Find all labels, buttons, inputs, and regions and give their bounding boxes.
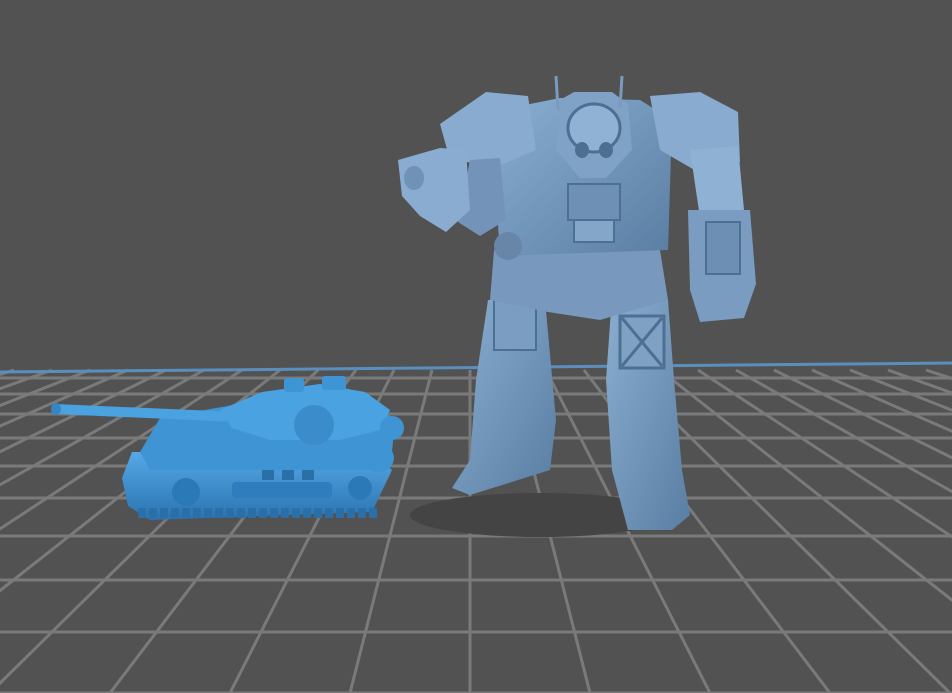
tank-turret-dome (294, 405, 334, 445)
tank-hatch (302, 470, 314, 480)
tank-track-link (259, 508, 267, 518)
tank-track-link (347, 508, 355, 518)
mech-visor (566, 102, 622, 154)
mech-chest-vent (573, 219, 615, 243)
tank-track-link (369, 508, 377, 518)
slicer-3d-viewport[interactable] (0, 0, 952, 693)
mech-chest-panel (567, 183, 621, 221)
grid-line (925, 368, 952, 381)
mech-forearm-panel (705, 221, 741, 275)
tank-track-link (358, 508, 366, 518)
tank-track-link (149, 508, 157, 518)
mech-eye (599, 142, 613, 158)
tank-rear-drum (380, 416, 404, 440)
viewport-scene[interactable] (0, 0, 952, 693)
tank-track-link (325, 508, 333, 518)
grid-line (811, 368, 952, 433)
grid-line (0, 368, 167, 454)
build-plate-back-edge (0, 361, 952, 374)
tank-track-link (138, 508, 146, 518)
tank-track-link (237, 508, 245, 518)
tank-cupola (322, 376, 346, 390)
tank-track-link (336, 508, 344, 518)
grid-line (0, 368, 15, 377)
mech-eye (575, 142, 589, 158)
mech-fist-knuckle (404, 166, 424, 190)
tank-track-link (182, 508, 190, 518)
tank-cupola (284, 378, 304, 392)
tank-track-link (215, 508, 223, 518)
mech-elbow-joint (494, 232, 522, 260)
tank-skirt-panel (232, 482, 332, 498)
tank-track-link (281, 508, 289, 518)
tank-wheel (172, 478, 200, 506)
tank-track-link (226, 508, 234, 518)
mech-antenna (554, 75, 560, 111)
tank-track-link (171, 508, 179, 518)
tank-track-link (303, 508, 311, 518)
mech-right-upper-arm (690, 146, 744, 218)
tank-wheel (348, 476, 372, 500)
tank-track-link (314, 508, 322, 518)
tank-track-link (193, 508, 201, 518)
tank-hatch (282, 470, 294, 480)
tank-track-link (292, 508, 300, 518)
grid-line (0, 368, 129, 428)
mech-left-fist (398, 148, 470, 232)
tank-rear-drum (362, 444, 394, 472)
tank-track-link (160, 508, 168, 518)
tank-track-link (270, 508, 278, 518)
tank-muzzle (51, 403, 61, 415)
tank-track-link (204, 508, 212, 518)
grid-line (659, 368, 952, 602)
tank-hatch (262, 470, 274, 480)
mech-model[interactable] (398, 75, 756, 537)
mech-antenna (618, 75, 624, 109)
tank-main-gun (55, 404, 238, 422)
grid-line (0, 368, 53, 391)
tank-track-link (248, 508, 256, 518)
